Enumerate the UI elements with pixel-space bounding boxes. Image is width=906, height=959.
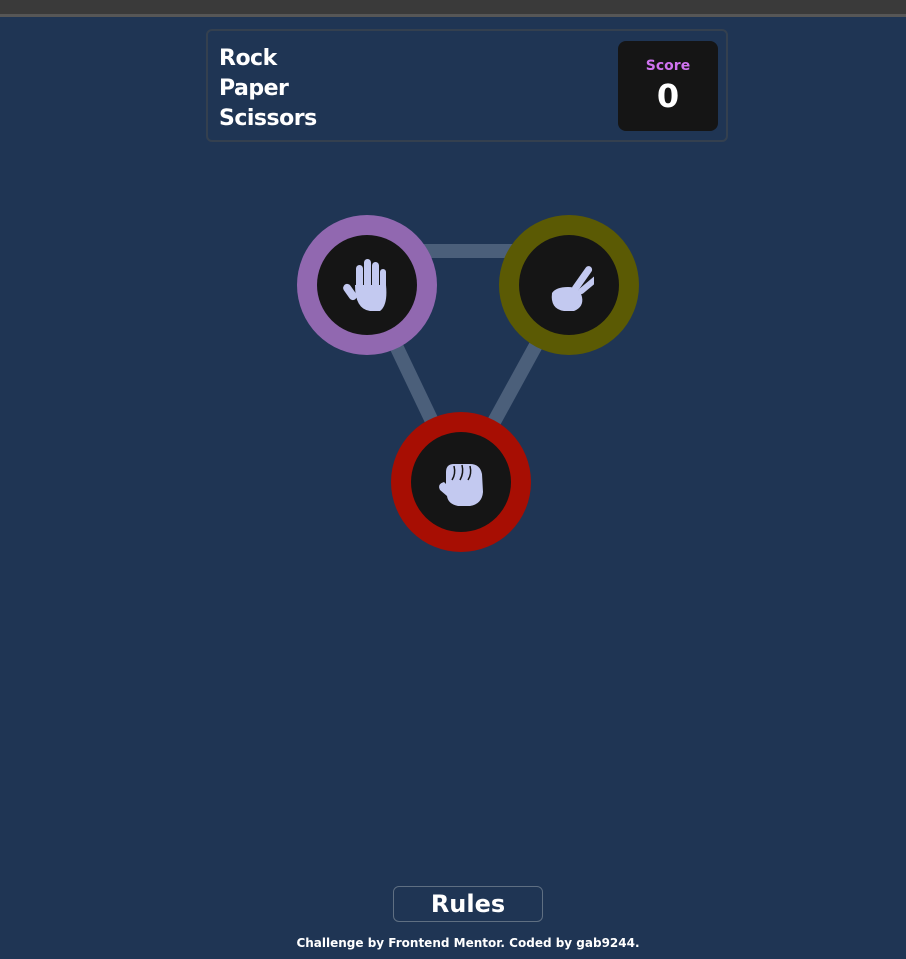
paper-choice-inner bbox=[317, 235, 417, 335]
rock-choice-inner bbox=[411, 432, 511, 532]
paper-hand-icon bbox=[343, 259, 387, 311]
title-line-paper: Paper bbox=[219, 76, 289, 101]
title-line-scissors: Scissors bbox=[219, 106, 317, 131]
rules-button[interactable]: Rules bbox=[393, 886, 543, 922]
title-line-rock: Rock bbox=[219, 46, 277, 71]
scissors-hand-icon bbox=[551, 266, 594, 311]
game-board bbox=[296, 214, 639, 554]
rock-choice-button[interactable] bbox=[391, 412, 531, 552]
rock-fist-icon bbox=[439, 464, 483, 506]
score-label: Score bbox=[645, 58, 691, 74]
score-box: Score 0 bbox=[618, 41, 718, 131]
footer-attribution: Challenge by Frontend Mentor. Coded by g… bbox=[296, 936, 640, 950]
browser-top-bar bbox=[0, 0, 906, 14]
paper-choice-button[interactable] bbox=[297, 215, 437, 355]
game-title: Rock Paper Scissors bbox=[219, 44, 317, 134]
browser-top-bar-divider bbox=[0, 14, 906, 17]
score-value: 0 bbox=[656, 77, 680, 115]
scissors-choice-inner bbox=[519, 235, 619, 335]
scissors-choice-button[interactable] bbox=[499, 215, 639, 355]
game-header: Rock Paper Scissors Score 0 bbox=[206, 29, 728, 142]
